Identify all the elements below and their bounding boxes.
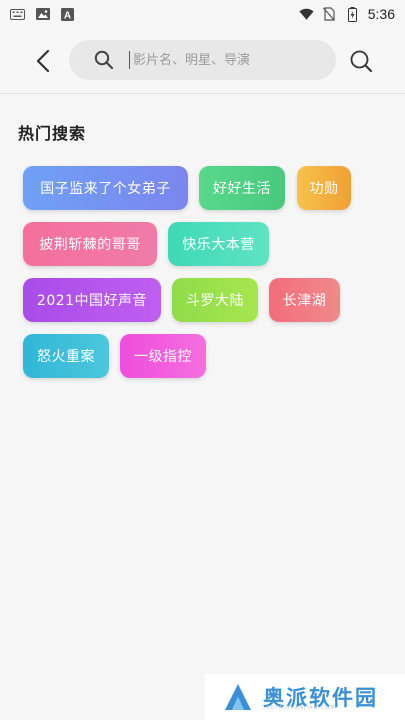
- tag-label: 披荆斩棘的哥哥: [39, 237, 141, 253]
- clock: 5:36: [367, 6, 395, 22]
- hot-search-tag[interactable]: 怒火重案: [23, 334, 109, 378]
- tag-label: 一级指控: [134, 349, 192, 365]
- hot-search-tag[interactable]: 斗罗大陆: [172, 278, 258, 322]
- search-header: [0, 28, 405, 94]
- search-box[interactable]: [69, 40, 336, 80]
- status-right-icons: 5:36: [299, 6, 395, 22]
- hot-search-tag[interactable]: 功勋: [297, 166, 351, 210]
- hot-search-tag[interactable]: 2021中国好声音: [23, 278, 161, 322]
- back-button[interactable]: [28, 46, 58, 76]
- font-icon: A: [60, 7, 75, 21]
- tag-label: 国子监来了个女弟子: [40, 181, 171, 197]
- hot-search-tag[interactable]: 长津湖: [269, 278, 340, 322]
- tag-label: 功勋: [309, 181, 339, 197]
- search-button[interactable]: [346, 46, 376, 76]
- tag-label: 快乐大本营: [182, 237, 255, 253]
- hot-search-tag[interactable]: 好好生活: [199, 166, 285, 210]
- hot-search-tag[interactable]: 披荆斩棘的哥哥: [23, 222, 157, 266]
- tag-label: 斗罗大陆: [186, 293, 244, 309]
- svg-text:A: A: [64, 10, 71, 21]
- keyboard-icon: [10, 8, 25, 20]
- tag-label: 2021中国好声音: [36, 293, 148, 309]
- hot-search-tag[interactable]: 国子监来了个女弟子: [23, 166, 188, 210]
- no-sim-icon: [322, 7, 337, 21]
- section-title-hot-search: 热门搜索: [18, 124, 87, 143]
- chevron-left-icon: [36, 49, 50, 73]
- tag-label: 好好生活: [213, 181, 271, 197]
- hot-search-tag[interactable]: 快乐大本营: [168, 222, 269, 266]
- wifi-icon: [299, 8, 314, 20]
- watermark: 奥派软件园: [205, 674, 405, 720]
- tag-label: 怒火重案: [37, 349, 95, 365]
- status-left-icons: A: [10, 7, 75, 21]
- search-icon: [93, 49, 115, 71]
- search-input[interactable]: [129, 51, 319, 69]
- aopai-logo-icon: [225, 684, 251, 710]
- search-icon: [350, 50, 372, 72]
- watermark-subtext: AOPAIRUANJIAN.COM: [266, 705, 336, 711]
- tag-label: 长津湖: [282, 293, 327, 309]
- battery-icon: [345, 6, 360, 22]
- image-icon: [35, 8, 50, 20]
- status-bar: A 5:36: [0, 0, 405, 28]
- hot-search-tag[interactable]: 一级指控: [120, 334, 206, 378]
